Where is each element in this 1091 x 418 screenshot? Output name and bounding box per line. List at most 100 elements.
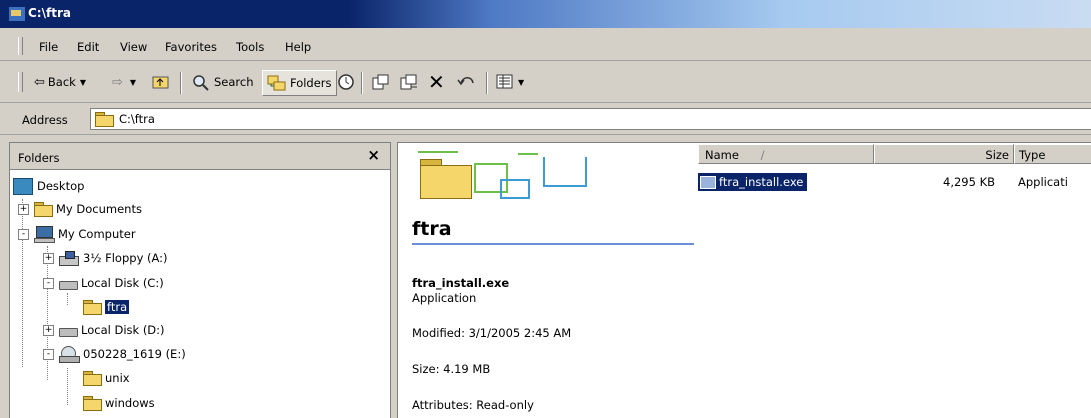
tree-item-desktop[interactable]: Desktop — [13, 176, 84, 196]
menu-favorites[interactable]: Favorites — [165, 40, 217, 54]
folder-icon — [34, 202, 53, 217]
expand-icon[interactable]: + — [43, 324, 54, 336]
search-button[interactable]: Search — [191, 70, 254, 94]
application-icon — [700, 175, 716, 189]
address-input[interactable]: C:\ftra — [90, 108, 1091, 130]
computer-icon — [34, 226, 55, 243]
file-size-info: Size: 4.19 MB — [412, 362, 491, 376]
address-bar: Address C:\ftra — [0, 104, 1091, 135]
header-art-box — [500, 179, 530, 199]
tree-item-label: Local Disk (D:) — [81, 323, 165, 337]
collapse-icon[interactable]: - — [43, 277, 54, 289]
modified-date: Modified: 3/1/2005 2:45 AM — [412, 326, 572, 340]
history-button[interactable] — [336, 70, 356, 94]
cd-icon — [59, 346, 80, 363]
drive-icon — [59, 277, 78, 290]
tree-item-label: unix — [105, 371, 130, 385]
back-dropdown-icon[interactable]: ▼ — [80, 78, 86, 87]
tree-item-local-disk-c[interactable]: - Local Disk (C:) — [43, 273, 164, 293]
menu-file[interactable]: File — [39, 40, 58, 54]
back-button[interactable]: ⇦ Back ▼ — [34, 70, 86, 94]
tree-item-windows[interactable]: windows — [83, 393, 155, 413]
folder-header-art — [408, 143, 608, 199]
toolbar-separator — [361, 72, 363, 94]
large-folder-icon — [420, 159, 472, 199]
window-title: C:\ftra — [28, 6, 71, 20]
copy-to-icon — [400, 74, 417, 90]
tree-item-my-documents[interactable]: + My Documents — [18, 199, 142, 219]
copy-to-button[interactable] — [399, 70, 419, 94]
sort-indicator-icon: / — [760, 148, 765, 162]
views-icon — [496, 74, 513, 89]
file-type: Applicati — [1018, 175, 1068, 189]
delete-button[interactable]: ✕ — [428, 70, 445, 94]
tree-item-my-computer[interactable]: - My Computer — [18, 224, 136, 244]
folders-pane-title: Folders — [18, 151, 60, 165]
forward-arrow-icon: ⇨ — [112, 74, 123, 90]
folders-icon — [267, 75, 286, 91]
menu-bar-grip[interactable] — [18, 37, 23, 55]
tree-item-label: My Documents — [56, 202, 142, 216]
column-header-type[interactable]: Type — [1014, 144, 1091, 164]
toolbar-grip[interactable] — [18, 72, 23, 92]
up-folder-button[interactable] — [152, 70, 170, 94]
views-dropdown-icon[interactable]: ▼ — [518, 78, 524, 87]
tree-item-cd-drive[interactable]: - 050228_1619 (E:) — [43, 344, 186, 364]
column-header-name[interactable]: Name / — [698, 144, 874, 164]
folders-pane: Folders × Desktop + My Documents - My Co… — [9, 142, 391, 418]
column-header-label: Name — [705, 148, 739, 162]
folder-icon — [95, 112, 114, 127]
forward-button[interactable]: ⇨ ▼ — [112, 70, 136, 94]
file-row[interactable]: ftra_install.exe 4,295 KB Applicati — [698, 173, 1091, 191]
close-icon[interactable]: × — [367, 146, 380, 164]
undo-button[interactable] — [456, 70, 478, 94]
folders-button[interactable]: Folders — [262, 70, 337, 96]
tree-item-label: My Computer — [58, 227, 136, 241]
file-name-cell[interactable]: ftra_install.exe — [698, 173, 808, 191]
folder-icon — [83, 396, 102, 411]
tree-item-unix[interactable]: unix — [83, 368, 130, 388]
search-icon — [193, 75, 209, 91]
address-label: Address — [22, 113, 68, 127]
column-header-size[interactable]: Size — [874, 144, 1014, 164]
history-icon — [338, 74, 354, 90]
address-value: C:\ftra — [119, 112, 155, 126]
collapse-icon[interactable]: - — [18, 228, 29, 240]
search-button-label: Search — [214, 75, 254, 89]
toolbar-separator — [180, 72, 182, 94]
file-size: 4,295 KB — [943, 175, 996, 189]
standard-toolbar: ⇦ Back ▼ ⇨ ▼ Search Folders ✕ ▼ — [0, 62, 1091, 103]
explorer-window: C:\ftra File Edit View Favorites Tools H… — [0, 0, 1091, 418]
delete-icon: ✕ — [428, 70, 445, 94]
tree-item-ftra[interactable]: ftra — [83, 297, 130, 317]
desktop-icon — [13, 177, 33, 195]
tree-item-floppy[interactable]: + 3½ Floppy (A:) — [43, 248, 168, 268]
collapse-icon[interactable]: - — [43, 348, 54, 360]
menu-edit[interactable]: Edit — [77, 40, 99, 54]
column-header-label: Type — [1019, 148, 1046, 162]
tree-item-label: ftra — [105, 300, 130, 314]
back-button-label: Back — [47, 75, 76, 89]
tree-connector — [67, 293, 68, 305]
title-bar[interactable]: C:\ftra — [0, 0, 1091, 28]
menu-tools[interactable]: Tools — [236, 40, 264, 54]
folder-icon — [83, 371, 102, 386]
selected-file-name: ftra_install.exe — [412, 276, 510, 290]
menu-view[interactable]: View — [120, 40, 147, 54]
views-button[interactable]: ▼ — [496, 70, 524, 94]
tree-item-label: 050228_1619 (E:) — [83, 347, 186, 361]
explorer-window-icon — [8, 6, 26, 22]
tree-item-label: windows — [105, 396, 155, 410]
file-attributes: Attributes: Read-only — [412, 398, 534, 412]
expand-icon[interactable]: + — [18, 203, 29, 215]
forward-dropdown-icon[interactable]: ▼ — [130, 78, 136, 87]
header-art-line — [418, 151, 458, 153]
folder-title: ftra — [412, 218, 452, 240]
move-to-button[interactable] — [371, 70, 391, 94]
tree-item-label: 3½ Floppy (A:) — [83, 251, 168, 265]
folders-button-label: Folders — [290, 76, 332, 90]
expand-icon[interactable]: + — [43, 252, 54, 264]
tree-item-local-disk-d[interactable]: + Local Disk (D:) — [43, 320, 165, 340]
drive-icon — [59, 324, 78, 337]
menu-help[interactable]: Help — [285, 40, 311, 54]
